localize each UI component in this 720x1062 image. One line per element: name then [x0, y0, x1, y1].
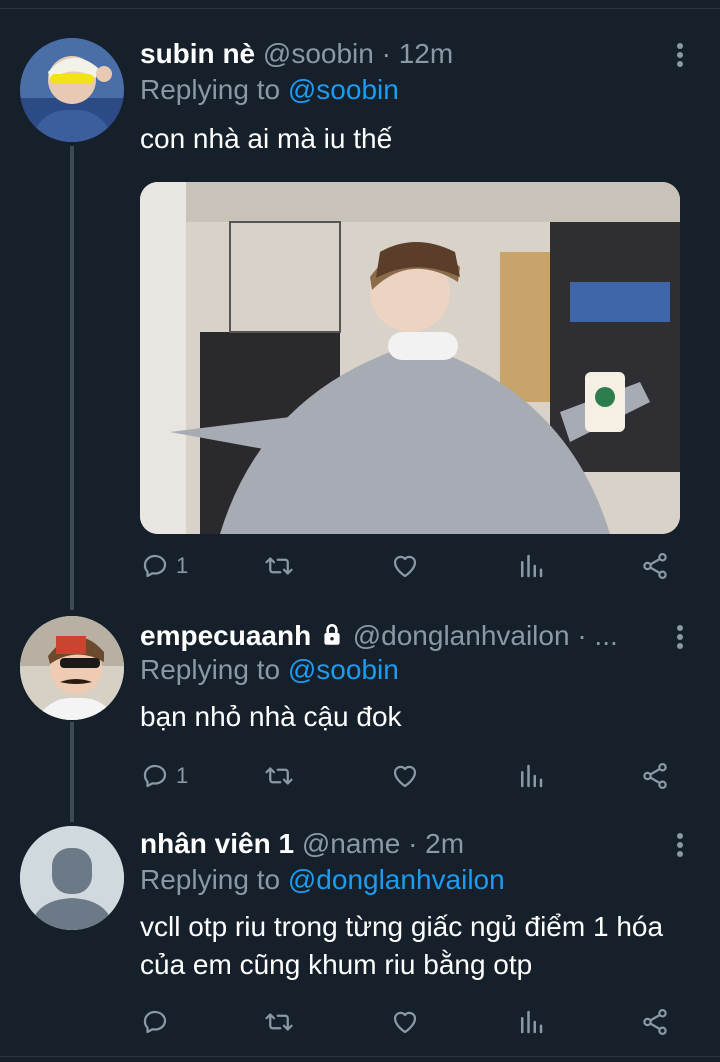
like-icon	[393, 555, 417, 578]
share-button[interactable]	[640, 756, 670, 796]
share-button[interactable]	[640, 1002, 670, 1042]
like-button[interactable]	[390, 546, 420, 586]
replying-to: Replying to @soobin	[140, 74, 399, 105]
avatar[interactable]	[20, 616, 124, 720]
analytics-button[interactable]	[516, 1002, 546, 1042]
analytics-button[interactable]	[516, 546, 546, 586]
display-name[interactable]: nhân viên 1	[140, 828, 294, 859]
more-icon[interactable]	[670, 622, 690, 658]
tweet-text: con nhà ai mà iu thế	[140, 123, 393, 154]
share-button[interactable]	[640, 546, 670, 586]
reply-button[interactable]: 1	[140, 756, 188, 796]
tweet-header: nhân viên 1 @name · 2m	[140, 826, 650, 862]
like-icon	[393, 1011, 417, 1034]
tweet-header: subin nè @soobin · 12m	[140, 36, 650, 72]
like-icon	[393, 765, 417, 788]
timestamp[interactable]: · 12m	[382, 38, 454, 69]
timestamp[interactable]: · 2m	[408, 828, 464, 859]
thread-line	[70, 722, 74, 822]
reply-button[interactable]	[140, 1002, 170, 1042]
reply-count: 1	[176, 553, 189, 578]
share-icon	[643, 1009, 667, 1035]
replying-to: Replying to @donglanhvailon	[140, 864, 505, 895]
reply-to-handle[interactable]: @donglanhvailon	[288, 864, 505, 895]
avatar[interactable]	[20, 38, 124, 142]
retweet-button[interactable]	[264, 546, 294, 586]
retweet-icon	[265, 767, 293, 785]
reply-to-handle[interactable]: @soobin	[288, 654, 399, 685]
analytics-button[interactable]	[516, 756, 546, 796]
like-button[interactable]	[390, 756, 420, 796]
display-name[interactable]: empecuaanh	[140, 620, 311, 651]
analytics-icon	[521, 764, 543, 788]
tweet-text: bạn nhỏ nhà cậu đok	[140, 701, 402, 732]
bottom-divider	[0, 1056, 720, 1057]
reply-to-handle[interactable]: @soobin	[288, 74, 399, 105]
avatar[interactable]	[20, 826, 124, 930]
user-handle[interactable]: @name	[302, 828, 400, 859]
tweet-actions: 1	[140, 756, 680, 796]
more-icon[interactable]	[670, 40, 690, 76]
tweet-actions: 1	[140, 546, 680, 586]
share-icon	[643, 763, 667, 789]
thread-line	[70, 146, 74, 610]
reply-icon	[143, 554, 167, 578]
reply-icon	[143, 1010, 167, 1034]
reply-icon	[143, 764, 167, 788]
lock-icon	[324, 623, 340, 645]
top-divider	[0, 0, 720, 9]
more-icon[interactable]	[670, 830, 690, 866]
retweet-button[interactable]	[264, 1002, 294, 1042]
retweet-button[interactable]	[264, 756, 294, 796]
share-icon	[643, 553, 667, 579]
tweet-header: empecuaanh @donglanhvailon · ...	[140, 618, 650, 654]
tweet-actions	[140, 1002, 680, 1042]
retweet-icon	[265, 1013, 293, 1031]
replying-to: Replying to @soobin	[140, 654, 399, 685]
tweet-photo[interactable]	[140, 182, 680, 534]
tweet-text: vcll otp riu trong từng giấc ngủ điểm 1 …	[140, 911, 664, 980]
analytics-icon	[521, 554, 543, 578]
user-handle[interactable]: @donglanhvailon · ...	[353, 620, 618, 651]
analytics-icon	[521, 1010, 543, 1034]
like-button[interactable]	[390, 1002, 420, 1042]
reply-button[interactable]: 1	[140, 546, 188, 586]
display-name[interactable]: subin nè	[140, 38, 255, 69]
retweet-icon	[265, 557, 293, 575]
user-handle[interactable]: @soobin	[263, 38, 374, 69]
reply-count: 1	[176, 763, 189, 788]
